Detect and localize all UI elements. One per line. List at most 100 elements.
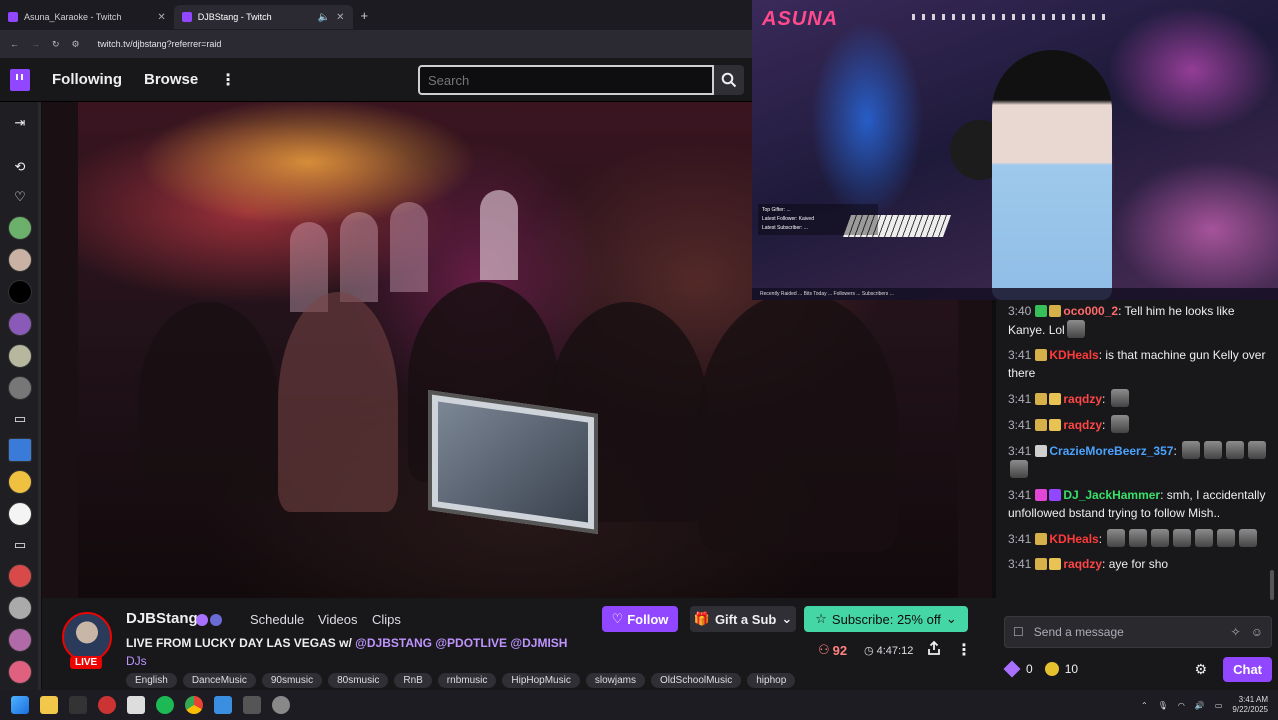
channel-avatar[interactable] — [8, 596, 32, 620]
tag-chip[interactable]: rnbmusic — [437, 673, 497, 688]
chrome-icon[interactable] — [185, 696, 203, 714]
pip-stream-player[interactable]: ASUNA Top Gifter: ... Latest Follower: K… — [752, 0, 1278, 300]
chat-input[interactable]: ☐ Send a message ✧ ☺ — [1004, 616, 1272, 648]
mention-link[interactable]: @PDOTLIVE — [435, 636, 507, 650]
tab-schedule[interactable]: Schedule — [250, 612, 304, 627]
chat-emote-icon[interactable] — [1107, 529, 1126, 547]
chat-username[interactable]: KDHeals — [1049, 348, 1098, 362]
subscribe-button[interactable]: ☆ Subscribe: 25% off ⌄ — [804, 606, 968, 632]
chat-badge-icon[interactable]: ☐ — [1013, 625, 1024, 639]
microphone-icon[interactable]: 🎙 — [1158, 701, 1168, 710]
wifi-icon[interactable]: ◠ — [1178, 701, 1185, 710]
search-button[interactable] — [714, 65, 744, 95]
chat-badge-icon[interactable] — [1049, 558, 1062, 570]
forward-icon[interactable]: → — [31, 39, 40, 49]
more-options-icon[interactable]: ⋮ — [956, 640, 972, 660]
app-icon[interactable] — [214, 696, 232, 714]
chat-badge-icon[interactable] — [1035, 349, 1048, 361]
followed-heart-icon[interactable]: ♡ — [9, 186, 31, 208]
chat-badge-icon[interactable] — [1035, 533, 1048, 545]
tag-chip[interactable]: HipHopMusic — [502, 673, 580, 688]
browser-tab-2[interactable]: DJBStang - Twitch 🔈 ✕ — [173, 5, 353, 29]
chat-emote-icon[interactable] — [1173, 529, 1192, 547]
channel-avatar[interactable] — [8, 502, 32, 526]
new-tab-icon[interactable]: + — [361, 8, 369, 23]
spotify-icon[interactable] — [156, 696, 174, 714]
chat-badge-icon[interactable] — [1035, 305, 1048, 317]
app-icon[interactable] — [98, 696, 116, 714]
channel-avatar[interactable] — [8, 628, 32, 652]
chat-badge-icon[interactable] — [1035, 419, 1048, 431]
chat-emote-icon[interactable] — [1110, 415, 1129, 433]
tag-chip[interactable]: DanceMusic — [182, 673, 256, 688]
file-explorer-icon[interactable] — [40, 696, 58, 714]
app-icon[interactable] — [127, 696, 145, 714]
channel-avatar[interactable] — [8, 344, 32, 368]
channel-avatar[interactable] — [8, 248, 32, 272]
expand-sidebar-icon[interactable]: ⇥ — [9, 112, 31, 134]
channel-avatar[interactable] — [8, 216, 32, 240]
channel-avatar[interactable] — [8, 280, 32, 304]
stream-category[interactable]: DJs — [126, 654, 147, 668]
channel-avatar[interactable] — [8, 312, 32, 336]
chat-emote-icon[interactable] — [1010, 460, 1028, 478]
chat-emote-icon[interactable] — [1195, 529, 1214, 547]
channel-avatar[interactable] — [8, 470, 32, 494]
battery-icon[interactable]: ▭ — [1215, 701, 1223, 710]
channel-avatar[interactable] — [8, 660, 32, 684]
back-arrow-icon[interactable] — [69, 696, 87, 714]
bits-balance-icon[interactable] — [1003, 660, 1021, 678]
chat-badge-icon[interactable] — [1049, 393, 1062, 405]
tab-clips[interactable]: Clips — [372, 612, 401, 627]
chat-username[interactable]: CrazieMoreBeerz_357 — [1049, 444, 1173, 458]
chat-badge-icon[interactable] — [1035, 445, 1048, 457]
chat-emote-icon[interactable] — [1204, 441, 1223, 459]
mention-link[interactable]: @DJBSTANG — [355, 636, 432, 650]
tab-videos[interactable]: Videos — [318, 612, 358, 627]
chat-username[interactable]: raqdzy — [1063, 418, 1102, 432]
channel-points-icon[interactable] — [1044, 662, 1059, 676]
mention-link[interactable]: @DJMISH — [510, 636, 567, 650]
channel-avatar[interactable] — [8, 564, 32, 588]
nav-following[interactable]: Following — [52, 71, 122, 88]
url-text[interactable]: twitch.tv/djbstang?referrer=raid — [98, 39, 222, 49]
follow-button[interactable]: ♡ Follow — [602, 606, 678, 632]
emote-picker-icon[interactable]: ☺ — [1251, 625, 1263, 639]
chat-username[interactable]: raqdzy — [1063, 557, 1102, 571]
chat-badge-icon[interactable] — [1035, 489, 1048, 501]
tag-chip[interactable]: 90smusic — [261, 673, 323, 688]
sidebar-scrollbar[interactable] — [38, 102, 41, 690]
share-icon[interactable] — [926, 640, 942, 656]
tray-chevron-icon[interactable]: ⌃ — [1141, 701, 1148, 710]
tag-chip[interactable]: English — [126, 673, 177, 688]
taskbar-clock[interactable]: 3:41 AM 9/22/2025 — [1232, 695, 1268, 715]
chat-username[interactable]: oco000_2 — [1063, 304, 1118, 318]
channel-avatar[interactable] — [8, 438, 32, 462]
back-icon[interactable]: ← — [10, 39, 19, 49]
chat-emote-icon[interactable] — [1217, 529, 1236, 547]
video-camera-icon[interactable]: ▭ — [9, 408, 31, 430]
chat-emote-icon[interactable] — [1151, 529, 1170, 547]
tag-chip[interactable]: hiphop — [747, 673, 796, 688]
chat-settings-icon[interactable]: ⚙ — [1195, 661, 1208, 678]
chat-emote-icon[interactable] — [1239, 529, 1258, 547]
chat-username[interactable]: DJ_JackHammer — [1063, 488, 1160, 502]
more-menu-icon[interactable]: ⋮ — [220, 70, 236, 90]
mute-tab-icon[interactable]: 🔈 — [318, 12, 330, 23]
chat-emote-icon[interactable] — [1066, 320, 1085, 338]
twitch-logo-icon[interactable] — [10, 68, 30, 91]
chat-badge-icon[interactable] — [1049, 489, 1062, 501]
chat-badge-icon[interactable] — [1049, 305, 1062, 317]
channel-name[interactable]: DJBStang — [126, 610, 198, 627]
chat-username[interactable]: KDHeals — [1049, 532, 1098, 546]
search-input[interactable] — [418, 65, 714, 95]
chat-emote-icon[interactable] — [1248, 441, 1267, 459]
bits-icon[interactable]: ✧ — [1231, 625, 1241, 639]
chat-send-button[interactable]: Chat — [1223, 656, 1272, 682]
chat-badge-icon[interactable] — [1035, 558, 1048, 570]
chat-emote-icon[interactable] — [1110, 389, 1129, 407]
chat-emote-icon[interactable] — [1182, 441, 1201, 459]
chat-emote-icon[interactable] — [1226, 441, 1245, 459]
channel-avatar[interactable] — [8, 376, 32, 400]
browser-tab-1[interactable]: Asuna_Karaoke - Twitch ✕ — [0, 5, 174, 29]
